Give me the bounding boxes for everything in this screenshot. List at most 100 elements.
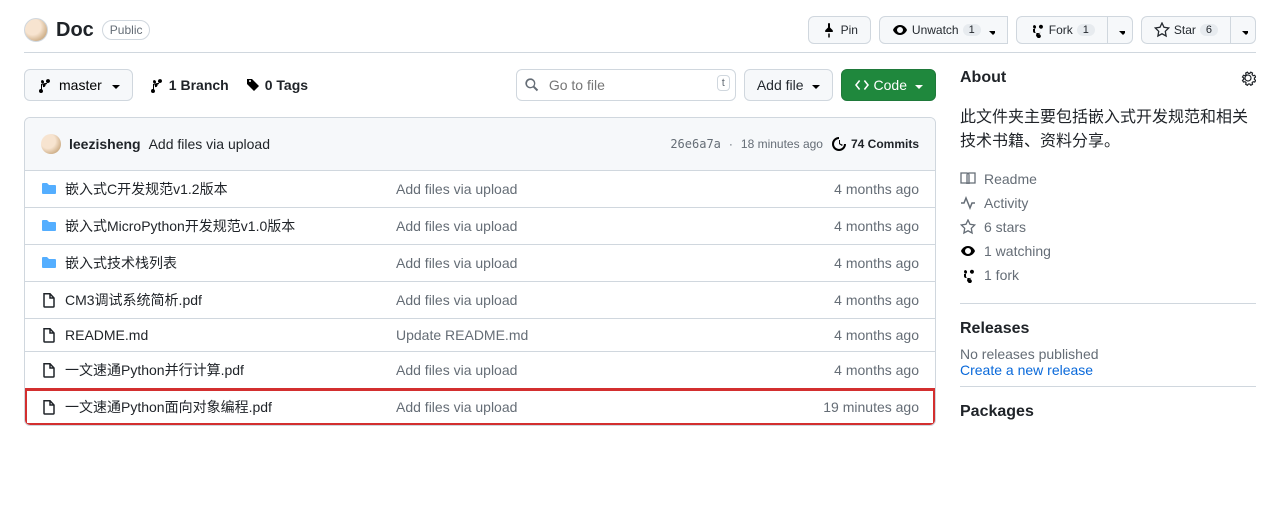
about-description: 此文件夹主要包括嵌入式开发规范和相关技术书籍、资料分享。 [960,103,1256,151]
commits-link[interactable]: 74 Commits [831,136,919,152]
star-icon [1154,22,1170,38]
chevron-down-icon [1238,25,1248,35]
file-row: 一文速通Python并行计算.pdf Add files via upload … [25,352,935,389]
file-icon [41,399,57,415]
add-file-label: Add file [757,77,804,93]
file-commit-message[interactable]: Update README.md [396,327,769,343]
branches-link[interactable]: 1 Branch [149,77,229,93]
fork-button[interactable]: Fork 1 [1016,16,1108,44]
folder-icon [41,255,57,271]
file-commit-message[interactable]: Add files via upload [396,218,769,234]
file-commit-time: 4 months ago [769,181,919,197]
commit-sha[interactable]: 26e6a7a [670,137,721,151]
folder-icon [41,181,57,197]
gear-icon[interactable] [1240,70,1256,86]
chevron-down-icon [911,79,923,91]
pin-label: Pin [841,23,858,37]
chevron-down-icon [985,25,995,35]
file-commit-message[interactable]: Add files via upload [396,399,769,415]
about-item[interactable]: Readme [960,167,1256,191]
code-button[interactable]: Code [841,69,936,101]
tags-link[interactable]: 0 Tags [245,77,308,93]
fork-count: 1 [1077,24,1095,36]
tag-icon [245,77,261,93]
file-commit-message[interactable]: Add files via upload [396,255,769,271]
file-commit-time: 19 minutes ago [769,399,919,415]
file-name[interactable]: 一文速通Python面向对象编程.pdf [65,397,272,417]
file-row: CM3调试系统简析.pdf Add files via upload 4 mon… [25,282,935,319]
file-icon [41,327,57,343]
file-row: README.md Update README.md 4 months ago [25,319,935,352]
file-name[interactable]: 一文速通Python并行计算.pdf [65,360,244,380]
fork-label: Fork [1049,23,1073,37]
file-row: 一文速通Python面向对象编程.pdf Add files via uploa… [25,389,935,425]
about-item[interactable]: 6 stars [960,215,1256,239]
fork-icon [1029,22,1045,38]
file-row: 嵌入式技术栈列表 Add files via upload 4 months a… [25,245,935,282]
about-item[interactable]: 1 fork [960,263,1256,287]
about-item-label: 1 watching [984,243,1051,259]
file-commit-time: 4 months ago [769,218,919,234]
chevron-down-icon [808,79,820,91]
visibility-badge: Public [102,20,151,40]
commit-time: 18 minutes ago [741,137,823,151]
file-name[interactable]: 嵌入式C开发规范v1.2版本 [65,179,228,199]
commit-avatar[interactable] [41,134,61,154]
chevron-down-icon [1115,25,1125,35]
star-label: Star [1174,23,1196,37]
file-commit-message[interactable]: Add files via upload [396,362,769,378]
search-icon [524,77,540,93]
file-commit-message[interactable]: Add files via upload [396,181,769,197]
fork-menu-button[interactable] [1108,16,1133,44]
file-commit-time: 4 months ago [769,362,919,378]
history-icon [831,136,847,152]
file-name[interactable]: 嵌入式技术栈列表 [65,253,177,273]
search-kbd: t [717,75,730,91]
eye-icon [892,22,908,38]
unwatch-button[interactable]: Unwatch 1 [879,16,1008,44]
create-release-link[interactable]: Create a new release [960,362,1256,378]
file-name[interactable]: CM3调试系统简析.pdf [65,290,202,310]
star-count: 6 [1200,24,1218,36]
code-label: Code [874,77,907,93]
file-commit-time: 4 months ago [769,255,919,271]
file-icon [41,292,57,308]
folder-icon [41,218,57,234]
releases-title: Releases [960,320,1256,338]
star-menu-button[interactable] [1231,16,1256,44]
pin-button[interactable]: Pin [808,16,871,44]
code-icon [854,77,870,93]
unwatch-label: Unwatch [912,23,959,37]
file-commit-time: 4 months ago [769,327,919,343]
file-name[interactable]: README.md [65,327,148,343]
about-item-label: 1 fork [984,267,1019,283]
chevron-down-icon [108,79,120,91]
file-name[interactable]: 嵌入式MicroPython开发规范v1.0版本 [65,216,295,236]
about-item[interactable]: Activity [960,191,1256,215]
star-icon [960,219,976,235]
file-commit-message[interactable]: Add files via upload [396,292,769,308]
branch-select-button[interactable]: master [24,69,133,101]
go-to-file-input[interactable] [516,69,736,101]
activity-icon [960,195,976,211]
dot: · [729,137,733,151]
book-icon [960,171,976,187]
file-row: 嵌入式MicroPython开发规范v1.0版本 Add files via u… [25,208,935,245]
about-item-label: Activity [984,195,1028,211]
file-icon [41,362,57,378]
about-item[interactable]: 1 watching [960,239,1256,263]
file-commit-time: 4 months ago [769,292,919,308]
about-item-label: Readme [984,171,1037,187]
star-button[interactable]: Star 6 [1141,16,1231,44]
branches-label: 1 Branch [169,77,229,93]
owner-avatar[interactable] [24,18,48,42]
watch-count: 1 [963,24,981,36]
fork-icon [960,267,976,283]
branch-icon [149,77,165,93]
repo-name[interactable]: Doc [56,19,94,42]
commit-message[interactable]: Add files via upload [149,136,270,152]
file-list: leezisheng Add files via upload 26e6a7a … [24,117,936,426]
add-file-button[interactable]: Add file [744,69,833,101]
repo-header: Doc Public Pin Unwatch 1 Fork 1 [24,16,1256,44]
commit-author[interactable]: leezisheng [69,136,141,152]
